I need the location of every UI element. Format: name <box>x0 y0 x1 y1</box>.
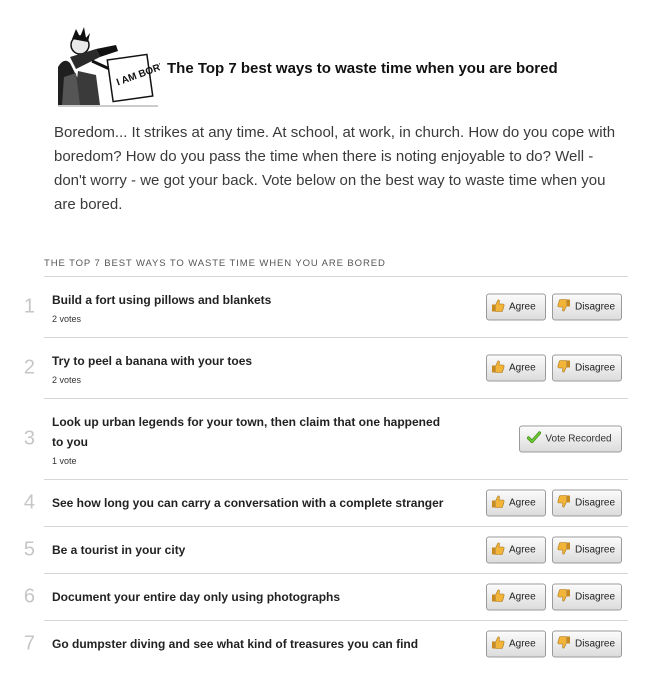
item-rank: 5 <box>23 538 35 561</box>
item-rank: 1 <box>23 295 35 318</box>
agree-button[interactable]: Agree <box>486 630 546 658</box>
agree-button[interactable]: Agree <box>486 354 546 382</box>
list-item: 4 See how long you can carry a conversati… <box>24 479 628 526</box>
thumbs-down-icon <box>557 495 575 512</box>
agree-label: Agree <box>509 362 536 374</box>
thumbs-up-icon <box>491 360 509 377</box>
thumbs-down-icon <box>557 636 575 653</box>
list-item: 6 Document your entire day only using pho… <box>24 573 628 620</box>
vote-recorded-button[interactable]: Vote Recorded <box>519 425 622 453</box>
thumbs-up-icon <box>491 589 509 606</box>
agree-button[interactable]: Agree <box>486 489 546 517</box>
item-title: Build a fort using pillows and blankets <box>52 293 272 307</box>
disagree-label: Disagree <box>575 591 616 603</box>
item-rank: 3 <box>23 427 35 450</box>
thumbs-up-icon <box>491 636 509 653</box>
thumbs-up-icon <box>491 495 509 512</box>
list-item: 1 Build a fort using pillows and blankets… <box>24 276 628 337</box>
disagree-label: Disagree <box>575 638 616 650</box>
disagree-button[interactable]: Disagree <box>552 293 622 321</box>
vote-recorded-label: Vote Recorded <box>545 433 612 445</box>
item-rank: 7 <box>23 632 35 655</box>
vote-buttons: Agree Disagree <box>486 293 622 321</box>
disagree-button[interactable]: Disagree <box>552 536 622 564</box>
list-heading: THE TOP 7 BEST WAYS TO WASTE TIME WHEN Y… <box>44 258 386 269</box>
vote-buttons: Vote Recorded <box>519 425 622 453</box>
list-item: 5 Be a tourist in your city Agree Disagree <box>24 526 628 573</box>
agree-label: Agree <box>509 497 536 509</box>
item-title: Go dumpster diving and see what kind of … <box>52 637 419 651</box>
item-title: Look up urban legends for your town, the… <box>52 415 441 449</box>
intro-paragraph: Boredom... It strikes at any time. At sc… <box>54 124 616 213</box>
agree-button[interactable]: Agree <box>486 536 546 564</box>
disagree-button[interactable]: Disagree <box>552 630 622 658</box>
thumbs-down-icon <box>557 589 575 606</box>
item-rank: 4 <box>23 491 35 514</box>
agree-label: Agree <box>509 301 536 313</box>
disagree-label: Disagree <box>575 544 616 556</box>
agree-button[interactable]: Agree <box>486 583 546 611</box>
vote-buttons: Agree Disagree <box>486 630 622 658</box>
disagree-button[interactable]: Disagree <box>552 354 622 382</box>
vote-buttons: Agree Disagree <box>486 583 622 611</box>
list-item: 2 Try to peel a banana with your toes 2 vo… <box>24 337 628 398</box>
disagree-button[interactable]: Disagree <box>552 489 622 517</box>
disagree-label: Disagree <box>575 497 616 509</box>
item-rank: 6 <box>23 585 35 608</box>
vote-buttons: Agree Disagree <box>486 536 622 564</box>
ranked-list: 1 Build a fort using pillows and blankets… <box>24 276 628 667</box>
disagree-label: Disagree <box>575 362 616 374</box>
agree-button[interactable]: Agree <box>486 293 546 321</box>
agree-label: Agree <box>509 638 536 650</box>
checkmark-icon <box>527 431 545 448</box>
vote-buttons: Agree Disagree <box>486 489 622 517</box>
thumbs-down-icon <box>557 542 575 559</box>
thumbs-up-icon <box>491 542 509 559</box>
thumbs-down-icon <box>557 299 575 316</box>
item-vote-count: 2 votes <box>52 314 82 324</box>
item-rank: 2 <box>23 356 35 379</box>
disagree-button[interactable]: Disagree <box>552 583 622 611</box>
thumbs-up-icon <box>491 299 509 316</box>
thumbs-down-icon <box>557 360 575 377</box>
item-title: See how long you can carry a conversatio… <box>52 496 444 510</box>
item-vote-count: 2 votes <box>52 375 82 385</box>
item-title: Document your entire day only using phot… <box>52 590 341 604</box>
list-item: 7 Go dumpster diving and see what kind of… <box>24 620 628 667</box>
bored-man-illustration: I AM BORED <box>56 27 160 107</box>
page-title: The Top 7 best ways to waste time when y… <box>167 60 558 77</box>
agree-label: Agree <box>509 591 536 603</box>
agree-label: Agree <box>509 544 536 556</box>
disagree-label: Disagree <box>575 301 616 313</box>
item-vote-count: 1 vote <box>52 456 77 466</box>
item-title: Be a tourist in your city <box>52 543 186 557</box>
item-title: Try to peel a banana with your toes <box>52 354 253 368</box>
vote-buttons: Agree Disagree <box>486 354 622 382</box>
list-item: 3 Look up urban legends for your town, th… <box>24 398 628 479</box>
